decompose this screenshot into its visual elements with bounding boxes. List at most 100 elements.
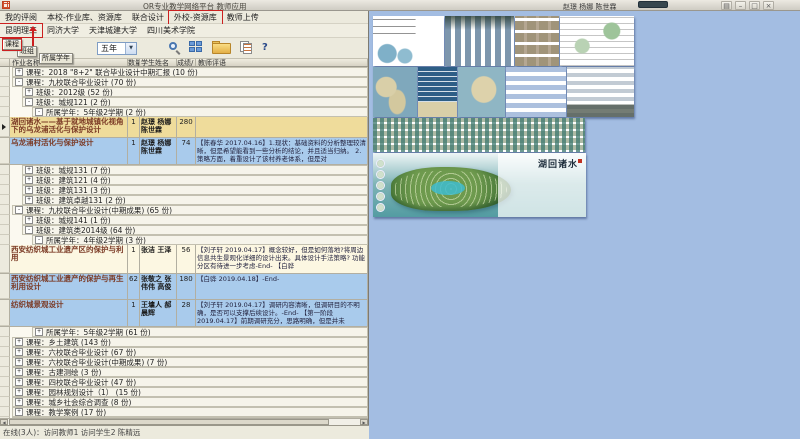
tree-group-row[interactable]: +班级：建筑121 (4 份)	[0, 175, 368, 185]
expand-toggle[interactable]: +	[15, 368, 23, 376]
board-thumbnail[interactable]	[515, 16, 559, 66]
tree-group-row[interactable]: +课程：城乡社会综合调查 (8 份)	[0, 397, 368, 407]
tree-group-row[interactable]: +班级：城规141 (1 份)	[0, 215, 368, 225]
horizontal-scrollbar[interactable]: ◀ ▶	[0, 418, 368, 425]
row-gutter[interactable]	[0, 215, 10, 225]
maximize-button[interactable]: □	[749, 1, 760, 10]
tree-group-row[interactable]: -课程：九校联合毕业设计 (70 份)	[0, 77, 368, 87]
board-thumbnail[interactable]	[506, 67, 566, 117]
minimize-button[interactable]: –	[735, 1, 746, 10]
tree-group-row[interactable]: +课程：2018 "8+2" 联合毕业设计中期汇报 (10 份)	[0, 67, 368, 77]
menu-external-resource-library[interactable]: 外校-资源库	[169, 12, 222, 23]
expand-toggle[interactable]: +	[15, 348, 23, 356]
copy-icon[interactable]	[240, 41, 254, 55]
aerial-rendering-thumbnail[interactable]: 湖回诸水	[373, 153, 586, 217]
row-gutter[interactable]	[0, 377, 10, 387]
header-students[interactable]: 学生姓名	[140, 59, 177, 66]
row-gutter[interactable]	[0, 327, 10, 337]
menu-teacher-upload[interactable]: 教师上传	[222, 12, 264, 23]
row-gutter[interactable]	[0, 274, 10, 299]
tree-group-row[interactable]: +课程：六校联合毕业设计(中期成果) (7 份)	[0, 357, 368, 367]
board-thumbnail[interactable]	[458, 67, 505, 117]
board-thumbnail[interactable]	[373, 16, 444, 66]
row-gutter[interactable]	[0, 117, 10, 137]
tab-sichuan-fine-arts[interactable]: 四川美术学院	[142, 25, 200, 36]
close-button[interactable]: ×	[763, 1, 774, 10]
expand-toggle[interactable]: +	[35, 328, 43, 336]
tree-group-row[interactable]: +课程：园林规划设计（1） (15 份)	[0, 387, 368, 397]
row-gutter[interactable]	[0, 367, 10, 377]
board-thumbnail[interactable]	[418, 67, 457, 117]
tree-group-row[interactable]: -班级：建筑类2014级 (64 份)	[0, 225, 368, 235]
header-comment[interactable]: 教师评语	[196, 59, 368, 66]
work-row[interactable]: 乌龙浦村活化与保护设计1赵璟 杨娜 陈世霖74【陈春华 2017.04.16】1…	[0, 138, 368, 165]
row-gutter[interactable]	[0, 107, 10, 117]
row-gutter[interactable]	[0, 67, 10, 77]
collapse-toggle[interactable]: -	[15, 78, 23, 86]
expand-toggle[interactable]: +	[15, 68, 23, 76]
tree-group-row[interactable]: +班级：建筑卓越131 (2 份)	[0, 195, 368, 205]
row-gutter[interactable]	[0, 195, 10, 205]
expand-toggle[interactable]: +	[15, 388, 23, 396]
tree-group-row[interactable]: +课程：乡土建筑 (143 份)	[0, 337, 368, 347]
board-thumbnail[interactable]	[445, 16, 514, 66]
tree-group-row[interactable]: +课程：四校联合毕业设计 (47 份)	[0, 377, 368, 387]
row-gutter[interactable]	[0, 397, 10, 407]
menu-joint-design[interactable]: 联合设计	[127, 12, 169, 23]
row-gutter[interactable]	[0, 235, 10, 245]
expand-toggle[interactable]: +	[25, 88, 33, 96]
collapse-toggle[interactable]: -	[25, 98, 33, 106]
board-thumbnail[interactable]	[373, 118, 585, 152]
tree-group-row[interactable]: +班级：2012级 (52 份)	[0, 87, 368, 97]
expand-toggle[interactable]: +	[15, 408, 23, 416]
tree-group-row[interactable]: -所属学年：5年级2学期 (2 份)	[0, 107, 368, 117]
work-row[interactable]: 湖回诸水——基于就地城镇化视角下的乌龙浦活化与保护设计1赵璟 杨娜 陈世霖280	[0, 117, 368, 138]
tree-group-row[interactable]: +所属学年：5年级2学期 (61 份)	[0, 327, 368, 337]
row-gutter[interactable]	[0, 245, 10, 273]
grid-view-icon[interactable]	[189, 41, 203, 54]
row-gutter[interactable]	[0, 97, 10, 107]
row-gutter[interactable]	[0, 407, 10, 417]
tree-group-row[interactable]: +课程：教学案例 (17 份)	[0, 407, 368, 417]
expand-toggle[interactable]: +	[15, 338, 23, 346]
chevron-down-icon[interactable]: ▼	[125, 43, 136, 54]
tree-group-row[interactable]: +班级：建筑131 (3 份)	[0, 185, 368, 195]
row-gutter[interactable]	[0, 185, 10, 195]
board-thumbnail[interactable]	[567, 67, 634, 117]
help-icon[interactable]: ?	[262, 41, 268, 55]
work-row[interactable]: 西安纺织城工业遗产的保护与再生利用设计62张敬之 张伟伟 高俊180【白骅 20…	[0, 274, 368, 300]
row-gutter[interactable]	[0, 337, 10, 347]
expand-toggle[interactable]: +	[25, 186, 33, 194]
year-filter-dropdown[interactable]: 五年 ▼	[97, 42, 137, 55]
expand-toggle[interactable]: +	[15, 378, 23, 386]
expand-toggle[interactable]: +	[25, 166, 33, 174]
row-gutter[interactable]	[0, 175, 10, 185]
row-gutter[interactable]	[0, 300, 10, 326]
menu-my-reviews[interactable]: 我的评阅	[0, 12, 42, 23]
row-gutter[interactable]	[0, 138, 10, 164]
row-gutter[interactable]	[0, 387, 10, 397]
collapse-toggle[interactable]: -	[35, 236, 43, 244]
tree-group-row[interactable]: -课程：九校联合毕业设计(中期成果) (65 份)	[0, 205, 368, 215]
work-row[interactable]: 西安纺织城工业遗产区的保护与利用1张洁 王泽56【刘子轩 2019.04.17】…	[0, 245, 368, 274]
collapse-toggle[interactable]: -	[35, 108, 43, 116]
work-row[interactable]: 纺织城景观设计1王墉人 郝晨辉28【刘子轩 2019.04.17】调研内容清晰，…	[0, 300, 368, 327]
tree-group-row[interactable]: -所属学年：4年级2学期 (3 份)	[0, 235, 368, 245]
header-count[interactable]: 数量	[128, 59, 140, 66]
tree-group-row[interactable]: +班级：城规131 (7 份)	[0, 165, 368, 175]
row-gutter[interactable]	[0, 77, 10, 87]
expand-toggle[interactable]: +	[15, 358, 23, 366]
search-icon[interactable]	[168, 41, 182, 55]
board-thumbnail[interactable]	[560, 16, 634, 66]
expand-toggle[interactable]: +	[25, 176, 33, 184]
board-thumbnail[interactable]	[373, 67, 417, 117]
collapse-toggle[interactable]: -	[25, 226, 33, 234]
row-gutter[interactable]	[0, 357, 10, 367]
expand-toggle[interactable]: +	[15, 398, 23, 406]
open-folder-icon[interactable]	[212, 41, 231, 54]
row-gutter[interactable]	[0, 205, 10, 215]
tab-tianjin-chengjian[interactable]: 天津城建大学	[84, 25, 142, 36]
tab-tongji-university[interactable]: 同济大学	[42, 25, 84, 36]
row-gutter[interactable]	[0, 165, 10, 175]
expand-toggle[interactable]: +	[25, 196, 33, 204]
